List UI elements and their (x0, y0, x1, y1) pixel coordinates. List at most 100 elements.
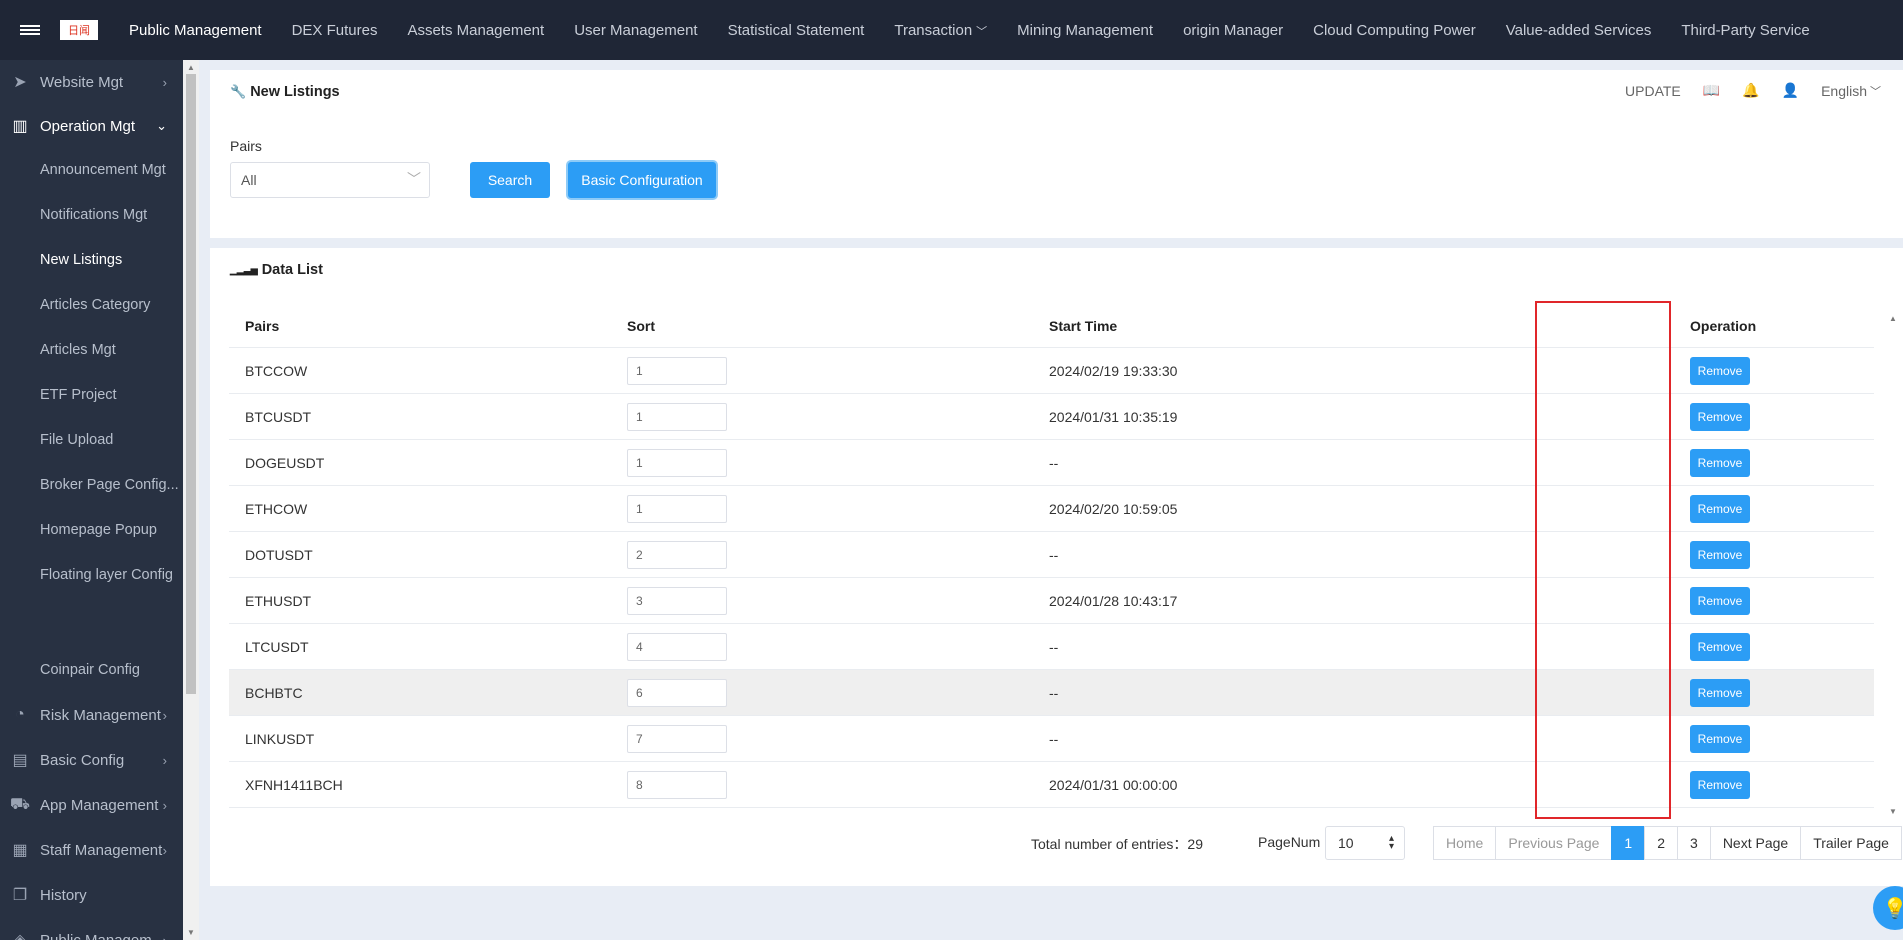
table-scrollbar[interactable]: ▲ ▼ (1883, 312, 1903, 818)
filter-panel: 🔧 New Listings UPDATE 📖 🔔 👤 English ﹀ Pai… (210, 70, 1903, 238)
sidebar-scrollbar[interactable]: ▲ ▼ (183, 60, 199, 940)
sidebar-item-label: Website Mgt (40, 73, 124, 91)
nav-assets-management[interactable]: Assets Management (392, 22, 559, 39)
remove-button[interactable]: Remove (1690, 770, 1750, 799)
basic-configuration-button[interactable]: Basic Configuration (568, 162, 716, 198)
page-previous-button[interactable]: Previous Page (1495, 826, 1613, 860)
cell-pair: LINKUSDT (245, 730, 315, 747)
nav-public-management[interactable]: Public Management (114, 22, 277, 39)
sort-input[interactable]: 1 (627, 402, 727, 431)
nav-user-management[interactable]: User Management (559, 22, 712, 39)
sidebar-item-app-management[interactable]: ⛟ App Management › (0, 783, 183, 827)
sort-input[interactable]: 6 (627, 678, 727, 707)
sort-input[interactable]: 1 (627, 494, 727, 523)
scroll-down-icon[interactable]: ▼ (187, 928, 195, 937)
cell-sort: 7 (627, 724, 1049, 753)
bell-icon[interactable]: 🔔 (1742, 82, 1759, 99)
sort-input[interactable]: 7 (627, 724, 727, 753)
scroll-up-icon[interactable]: ▲ (1889, 314, 1897, 323)
header-actions: UPDATE 📖 🔔 👤 English ﹀ (1625, 82, 1903, 99)
nav-statistical-statement[interactable]: Statistical Statement (713, 22, 880, 39)
search-button[interactable]: Search (470, 162, 550, 198)
chevron-down-icon: ﹀ (1870, 85, 1881, 98)
page-3-button[interactable]: 3 (1677, 826, 1711, 860)
cell-sort: 1 (627, 448, 1049, 477)
remove-button[interactable]: Remove (1690, 448, 1750, 477)
sidebar-sub-coinpair-config[interactable]: Coinpair Config (0, 648, 183, 692)
nav-transaction[interactable]: Transaction ﹀ (879, 22, 1002, 39)
page-2-button[interactable]: 2 (1644, 826, 1679, 860)
book-icon[interactable]: 📖 (1703, 82, 1720, 99)
nav-third-party-service[interactable]: Third-Party Service (1666, 22, 1824, 39)
nav-origin-manager[interactable]: origin Manager (1168, 22, 1298, 39)
up-down-arrows-icon: ▴ ▾ (1388, 833, 1394, 852)
cell-pair: BTCUSDT (245, 408, 312, 425)
sidebar-sub-broker-page-config[interactable]: Broker Page Config... (0, 463, 183, 507)
sidebar-item-label: App Management (40, 796, 159, 814)
sort-input[interactable]: 2 (627, 540, 727, 569)
sidebar-item-history[interactable]: ❐ History (0, 873, 183, 917)
update-link[interactable]: UPDATE (1625, 83, 1681, 99)
sidebar-item-risk-management[interactable]: ◔ Risk Management › (0, 693, 183, 737)
sidebar-sub-articles-mgt[interactable]: Articles Mgt (0, 328, 183, 372)
sidebar-sub-announcement-mgt[interactable]: Announcement Mgt (0, 148, 183, 192)
sidebar-sub-floating-layer-config[interactable]: Floating layer Config (0, 553, 183, 597)
sidebar-item-website-mgt[interactable]: ➤ Website Mgt › (0, 60, 183, 104)
language-select[interactable]: English ﹀ (1821, 83, 1881, 99)
grid-icon: ▦ (12, 842, 28, 859)
chevron-right-icon: › (162, 932, 167, 940)
nav-cloud-computing-power[interactable]: Cloud Computing Power (1298, 22, 1491, 39)
remove-button[interactable]: Remove (1690, 356, 1750, 385)
pairs-select[interactable]: All ﹀ (230, 162, 430, 198)
sort-input[interactable]: 3 (627, 586, 727, 615)
sidebar-item-staff-management[interactable]: ▦ Staff Management › (0, 828, 183, 872)
sidebar-sub-etf-project[interactable]: ETF Project (0, 373, 183, 417)
sidebar-sub-new-listings[interactable]: New Listings (0, 238, 183, 282)
page-next-button[interactable]: Next Page (1709, 826, 1802, 860)
user-icon[interactable]: 👤 (1782, 82, 1799, 99)
section-title-text: Data List (261, 262, 323, 278)
sort-input[interactable]: 4 (627, 632, 727, 661)
cell-start-time: -- (1049, 638, 1059, 655)
scroll-down-icon[interactable]: ▼ (1889, 807, 1897, 816)
sidebar-item-basic-config[interactable]: ▤ Basic Config › (0, 738, 183, 782)
menu-toggle-icon[interactable] (0, 0, 60, 60)
cell-sort: 4 (627, 632, 1049, 661)
lightbulb-icon[interactable]: 💡 (1873, 886, 1903, 930)
page-1-button[interactable]: 1 (1611, 826, 1646, 860)
remove-button[interactable]: Remove (1690, 632, 1750, 661)
cell-sort: 6 (627, 678, 1049, 707)
cell-sort: 2 (627, 540, 1049, 569)
sidebar-sub-homepage-popup[interactable]: Homepage Popup (0, 508, 183, 552)
chevron-right-icon: › (162, 74, 167, 90)
remove-button[interactable]: Remove (1690, 494, 1750, 523)
sort-input[interactable]: 8 (627, 770, 727, 799)
remove-button[interactable]: Remove (1690, 402, 1750, 431)
nav-mining-management[interactable]: Mining Management (1002, 22, 1168, 39)
cell-sort: 1 (627, 494, 1049, 523)
sidebar-item-operation-mgt[interactable]: ▥ Operation Mgt ⌄ (0, 104, 183, 148)
page-size-value: 10 (1338, 835, 1354, 851)
sidebar-item-public-management[interactable]: ◈ Public Managem... › (0, 918, 183, 940)
remove-button[interactable]: Remove (1690, 586, 1750, 615)
sidebar-sub-file-upload[interactable]: File Upload (0, 418, 183, 462)
cell-start-time: -- (1049, 454, 1059, 471)
cell-pair: BCHBTC (245, 684, 303, 701)
remove-button[interactable]: Remove (1690, 678, 1750, 707)
remove-button[interactable]: Remove (1690, 724, 1750, 753)
sort-input[interactable]: 1 (627, 448, 727, 477)
scroll-up-icon[interactable]: ▲ (187, 63, 195, 72)
sidebar-sub-articles-category[interactable]: Articles Category (0, 283, 183, 327)
nav-dex-futures[interactable]: DEX Futures (277, 22, 393, 39)
page-trailer-button[interactable]: Trailer Page (1800, 826, 1902, 860)
document-icon: ❐ (12, 887, 28, 904)
cell-pair: DOGEUSDT (245, 454, 325, 471)
remove-button[interactable]: Remove (1690, 540, 1750, 569)
page-home-button[interactable]: Home (1433, 826, 1497, 860)
sidebar-sub-notifications-mgt[interactable]: Notifications Mgt (0, 193, 183, 237)
nav-value-added-services[interactable]: Value-added Services (1491, 22, 1667, 39)
column-header-start-time: Start Time (1049, 317, 1118, 334)
scrollbar-thumb[interactable] (186, 74, 196, 694)
page-size-select[interactable]: 10 ▴ ▾ (1325, 826, 1405, 860)
sort-input[interactable]: 1 (627, 356, 727, 385)
